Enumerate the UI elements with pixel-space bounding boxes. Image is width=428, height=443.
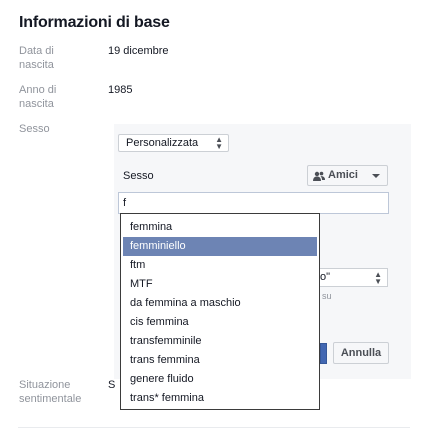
birth-year-value: 1985 <box>108 84 133 96</box>
relationship-label-line2: sentimentale <box>19 393 82 405</box>
dropdown-item[interactable]: MTF <box>123 275 317 294</box>
partially-hidden-select[interactable]: o" ▲ ▼ <box>318 268 388 287</box>
relationship-value: S <box>108 379 116 391</box>
birth-year-label-line1: Anno di <box>19 84 57 96</box>
birth-year-label-line2: nascita <box>19 98 54 110</box>
dropdown-item[interactable]: trans* femmina <box>123 389 317 408</box>
audience-selector-label: Amici <box>328 169 358 181</box>
partially-hidden-select-value: o" <box>320 271 331 283</box>
dropdown-item[interactable]: da femmina a maschio <box>123 294 317 313</box>
gender-field-label: Sesso <box>123 170 154 182</box>
cancel-button[interactable]: Annulla <box>333 342 389 364</box>
audience-selector-button[interactable]: Amici <box>307 165 388 186</box>
dropdown-item[interactable]: ftm <box>123 256 317 275</box>
partially-hidden-note: su <box>322 291 332 301</box>
relationship-label: Situazione sentimentale <box>19 378 81 406</box>
chevron-down-icon <box>372 174 380 178</box>
birth-date-label-line2: nascita <box>19 59 54 71</box>
dropdown-item-selected[interactable]: femminiello <box>123 237 317 256</box>
select-arrows-icon: ▲ ▼ <box>215 135 223 151</box>
custom-gender-input[interactable]: f <box>118 192 389 214</box>
save-button[interactable] <box>320 343 327 364</box>
autocomplete-dropdown: femmina femminiello ftm MTF da femmina a… <box>120 213 320 410</box>
gender-type-select-value: Personalizzata <box>126 137 199 149</box>
relationship-label-line1: Situazione <box>19 379 71 391</box>
dropdown-item[interactable]: genere fluido <box>123 370 317 389</box>
dropdown-item[interactable]: femmina <box>123 218 317 237</box>
select-arrows-icon: ▲ ▼ <box>374 270 382 286</box>
birth-date-label: Data di nascita <box>19 44 54 72</box>
birth-date-value: 19 dicembre <box>108 45 169 57</box>
birth-date-label-line1: Data di <box>19 45 54 57</box>
section-title: Informazioni di base <box>19 14 170 31</box>
dropdown-item[interactable]: cis femmina <box>123 313 317 332</box>
birth-year-label: Anno di nascita <box>19 83 56 111</box>
gender-type-select[interactable]: Personalizzata ▲ ▼ <box>118 134 229 152</box>
section-divider <box>18 427 410 428</box>
dropdown-item[interactable]: transfemminile <box>123 332 317 351</box>
friends-icon <box>313 171 325 181</box>
dropdown-item[interactable]: trans femmina <box>123 351 317 370</box>
gender-label: Sesso <box>19 123 50 135</box>
